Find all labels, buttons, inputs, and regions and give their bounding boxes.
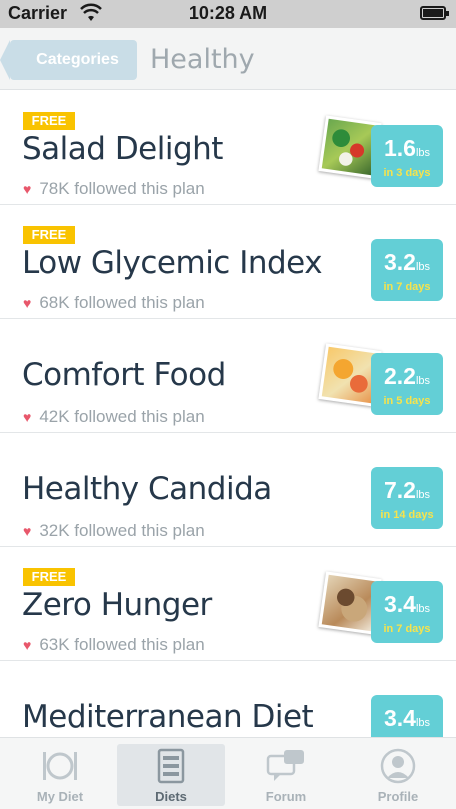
weight-loss-badge: 1.6lbs in 3 days — [371, 125, 443, 187]
tab-label: Forum — [265, 789, 307, 804]
tab-profile[interactable]: Profile — [344, 744, 452, 806]
heart-icon: ♥ — [23, 181, 32, 197]
plan-row-mediterranean-diet[interactable]: Mediterranean Diet 3.4lbs — [0, 661, 456, 737]
person-icon — [380, 748, 416, 784]
heart-icon: ♥ — [23, 409, 32, 425]
plan-title: Zero Hunger — [22, 587, 212, 623]
weight-loss-badge: 3.4lbs — [371, 695, 443, 737]
plan-row-zero-hunger[interactable]: FREE Zero Hunger ♥ 63K followed this plan… — [0, 547, 456, 661]
plan-title: Salad Delight — [22, 131, 223, 167]
followers-count: ♥ 42K followed this plan — [23, 407, 205, 426]
tab-label: Profile — [377, 789, 419, 804]
plan-title: Mediterranean Diet — [22, 699, 314, 735]
plan-row-healthy-candida[interactable]: Healthy Candida ♥ 32K followed this plan … — [0, 433, 456, 547]
tab-label: My Diet — [36, 789, 84, 804]
weight-loss-badge: 2.2lbs in 5 days — [371, 353, 443, 415]
heart-icon: ♥ — [23, 637, 32, 653]
free-badge: FREE — [23, 226, 75, 244]
plan-title: Healthy Candida — [22, 471, 272, 507]
plan-title: Low Glycemic Index — [22, 245, 323, 281]
chat-icon — [266, 750, 304, 781]
followers-count: ♥ 63K followed this plan — [23, 635, 205, 654]
followers-count: ♥ 78K followed this plan — [23, 179, 205, 198]
plan-row-comfort-food[interactable]: Comfort Food ♥ 42K followed this plan 2.2… — [0, 319, 456, 433]
tab-diets[interactable]: Diets — [117, 744, 225, 806]
clock: 10:28 AM — [188, 3, 268, 23]
followers-count: ♥ 68K followed this plan — [23, 293, 205, 312]
tab-my-diet[interactable]: My Diet — [6, 744, 114, 806]
nav-bar: Categories Healthy — [0, 28, 456, 90]
plan-row-low-glycemic-index[interactable]: FREE Low Glycemic Index ♥ 68K followed th… — [0, 205, 456, 319]
weight-loss-badge: 3.2lbs in 7 days — [371, 239, 443, 301]
plate-icon — [43, 752, 77, 780]
weight-loss-badge: 3.4lbs in 7 days — [371, 581, 443, 643]
heart-icon: ♥ — [23, 523, 32, 539]
tab-forum[interactable]: Forum — [232, 744, 340, 806]
free-badge: FREE — [23, 568, 75, 586]
heart-icon: ♥ — [23, 295, 32, 311]
plan-row-salad-delight[interactable]: FREE Salad Delight ♥ 78K followed this pl… — [0, 91, 456, 205]
plan-title: Comfort Food — [22, 357, 226, 393]
free-badge: FREE — [23, 112, 75, 130]
weight-loss-badge: 7.2lbs in 14 days — [371, 467, 443, 529]
battery-icon — [420, 6, 449, 20]
page-title: Healthy — [150, 44, 255, 75]
diet-plan-list[interactable]: FREE Salad Delight ♥ 78K followed this pl… — [0, 91, 456, 737]
followers-count: ♥ 32K followed this plan — [23, 521, 205, 540]
list-icon — [157, 748, 185, 784]
status-bar: Carrier 10:28 AM — [0, 0, 456, 28]
tab-label: Diets — [155, 789, 187, 804]
categories-back-button[interactable]: Categories — [0, 40, 137, 80]
tab-bar: My Diet Diets Forum Profile — [0, 737, 456, 809]
